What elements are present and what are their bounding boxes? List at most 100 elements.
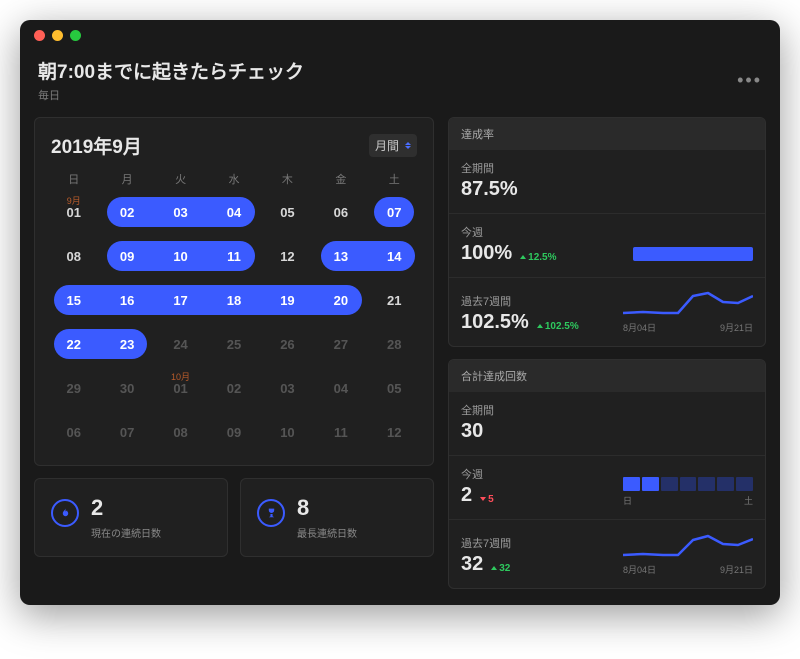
calendar-day[interactable]: 03: [261, 369, 314, 407]
calendar-day[interactable]: 9月01: [47, 193, 100, 231]
trophy-icon: [257, 499, 285, 527]
calendar-day[interactable]: 02: [100, 193, 153, 231]
calendar-day[interactable]: 09: [100, 237, 153, 275]
calendar-day[interactable]: 11: [207, 237, 260, 275]
count-week-label: 今週: [461, 466, 494, 482]
count-seven: 過去7週間 32 32 8月04日9月21日: [449, 520, 765, 588]
longest-streak-card: 8 最長連続日数: [240, 478, 434, 557]
calendar-day[interactable]: 25: [207, 325, 260, 363]
weekday-bar: [680, 477, 697, 491]
rate-seven-delta: 102.5%: [537, 321, 579, 332]
longest-streak-label: 最長連続日数: [297, 525, 357, 540]
count-all-label: 全期間: [461, 402, 494, 418]
calendar-day[interactable]: 14: [368, 237, 421, 275]
count-seven-label: 過去7週間: [461, 535, 511, 551]
calendar-day[interactable]: 26: [261, 325, 314, 363]
calendar-day[interactable]: 10月01: [154, 369, 207, 407]
calendar-day[interactable]: 04: [207, 193, 260, 231]
calendar-day[interactable]: 11: [314, 413, 367, 451]
rate-all-label: 全期間: [461, 160, 518, 176]
calendar-day[interactable]: 10: [261, 413, 314, 451]
weekday-label: 月: [100, 171, 153, 187]
app-window: 朝7:00までに起きたらチェック 毎日 ••• 2019年9月 月間 日月火水木…: [20, 20, 780, 605]
calendar-day[interactable]: 24: [154, 325, 207, 363]
calendar-day[interactable]: 02: [207, 369, 260, 407]
calendar-day[interactable]: 16: [100, 281, 153, 319]
calendar-day[interactable]: 18: [207, 281, 260, 319]
current-streak-value: 2: [91, 495, 161, 521]
weekday-bar: [661, 477, 678, 491]
minimize-icon[interactable]: [52, 30, 63, 41]
count-sparkline: 8月04日9月21日: [623, 530, 753, 576]
calendar-day[interactable]: 15: [47, 281, 100, 319]
calendar-day[interactable]: 08: [154, 413, 207, 451]
content: 2019年9月 月間 日月火水木金土 9月0102030405060708091…: [20, 117, 780, 605]
weekday-bar: [698, 477, 715, 491]
calendar-day[interactable]: 12: [261, 237, 314, 275]
calendar-day[interactable]: 04: [314, 369, 367, 407]
current-streak-card: 2 現在の連続日数: [34, 478, 228, 557]
calendar-day[interactable]: 27: [314, 325, 367, 363]
habit-frequency: 毎日: [38, 87, 304, 103]
calendar-day[interactable]: 07: [100, 413, 153, 451]
weekday-bar: [736, 477, 753, 491]
rate-all-value: 87.5%: [461, 178, 518, 201]
weekday-label: 木: [261, 171, 314, 187]
calendar-day[interactable]: 06: [47, 413, 100, 451]
rate-seven-label: 過去7週間: [461, 293, 579, 309]
calendar-day[interactable]: 21: [368, 281, 421, 319]
count-all-value: 30: [461, 420, 494, 443]
more-button[interactable]: •••: [737, 70, 762, 91]
calendar-day[interactable]: 08: [47, 237, 100, 275]
count-week-delta: 5: [480, 494, 494, 505]
weekday-label: 土: [368, 171, 421, 187]
range-selector[interactable]: 月間: [369, 134, 417, 157]
calendar-day[interactable]: 20: [314, 281, 367, 319]
rate-section-title: 達成率: [449, 118, 765, 150]
calendar-day[interactable]: 13: [314, 237, 367, 275]
calendar-day[interactable]: 03: [154, 193, 207, 231]
flame-icon: [51, 499, 79, 527]
weekday-bar: [623, 477, 640, 491]
calendar-title: 2019年9月: [51, 132, 142, 159]
calendar-day[interactable]: 12: [368, 413, 421, 451]
current-streak-label: 現在の連続日数: [91, 525, 161, 540]
rate-sparkline: 8月04日9月21日: [623, 288, 753, 334]
calendar-day[interactable]: 22: [47, 325, 100, 363]
calendar-day[interactable]: 10: [154, 237, 207, 275]
calendar-day[interactable]: 09: [207, 413, 260, 451]
weekday-label: 水: [207, 171, 260, 187]
count-all: 全期間 30: [449, 392, 765, 456]
calendar-panel: 2019年9月 月間 日月火水木金土 9月0102030405060708091…: [34, 117, 434, 466]
calendar-day[interactable]: 23: [100, 325, 153, 363]
rate-week-delta: 12.5%: [520, 252, 556, 263]
calendar-day[interactable]: 07: [368, 193, 421, 231]
weekday-bar: [717, 477, 734, 491]
count-panel: 合計達成回数 全期間 30 今週 2 5: [448, 359, 766, 589]
calendar-day[interactable]: 06: [314, 193, 367, 231]
longest-streak-value: 8: [297, 495, 357, 521]
calendar-weekday-header: 日月火水木金土: [35, 169, 433, 193]
count-seven-value: 32: [461, 553, 483, 576]
rate-seven: 過去7週間 102.5% 102.5% 8月04日9月21日: [449, 278, 765, 346]
weekday-label: 日: [47, 171, 100, 187]
calendar-day[interactable]: 29: [47, 369, 100, 407]
rate-panel: 達成率 全期間 87.5% 今週 100% 12.5%: [448, 117, 766, 347]
rate-week-label: 今週: [461, 224, 557, 240]
close-icon[interactable]: [34, 30, 45, 41]
range-selector-label: 月間: [375, 137, 399, 154]
calendar-day[interactable]: 19: [261, 281, 314, 319]
zoom-icon[interactable]: [70, 30, 81, 41]
calendar-grid: 9月01020304050607080910111213141516171819…: [35, 193, 433, 465]
calendar-day[interactable]: 28: [368, 325, 421, 363]
calendar-day[interactable]: 05: [261, 193, 314, 231]
calendar-day[interactable]: 05: [368, 369, 421, 407]
count-week: 今週 2 5 日土: [449, 456, 765, 520]
rate-seven-value: 102.5%: [461, 311, 529, 334]
count-seven-delta: 32: [491, 563, 510, 574]
calendar-day[interactable]: 17: [154, 281, 207, 319]
rate-week: 今週 100% 12.5%: [449, 214, 765, 278]
habit-title: 朝7:00までに起きたらチェック: [38, 57, 304, 84]
count-week-bars: 日土: [623, 477, 753, 507]
calendar-day[interactable]: 30: [100, 369, 153, 407]
